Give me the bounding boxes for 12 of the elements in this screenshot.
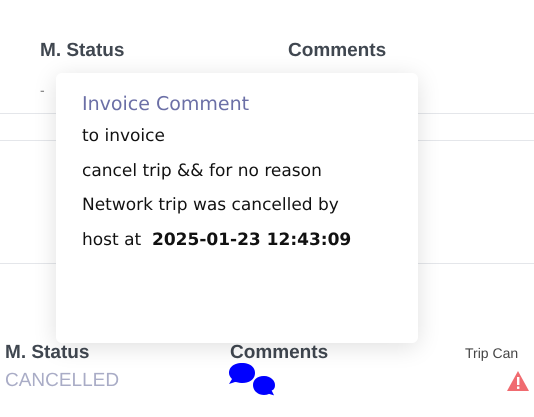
status-text: CANCELLED bbox=[5, 370, 120, 392]
popup-title: Invoice Comment bbox=[82, 93, 250, 115]
table-cell: - bbox=[40, 82, 45, 98]
warning-icon bbox=[507, 371, 529, 391]
column-header: M. Status bbox=[40, 40, 126, 63]
column-header: Comments bbox=[288, 40, 386, 63]
column-header: M. Status bbox=[5, 342, 90, 364]
comment-text: Network trip was cancelled by host at 2025-01-23 12:43:09 bbox=[82, 194, 352, 252]
comment-text: to invoice bbox=[82, 125, 166, 148]
column-header: Comments bbox=[230, 342, 330, 364]
comment-text: cancel trip && for no reason bbox=[82, 160, 323, 183]
column-header: Trip Can bbox=[465, 345, 518, 361]
